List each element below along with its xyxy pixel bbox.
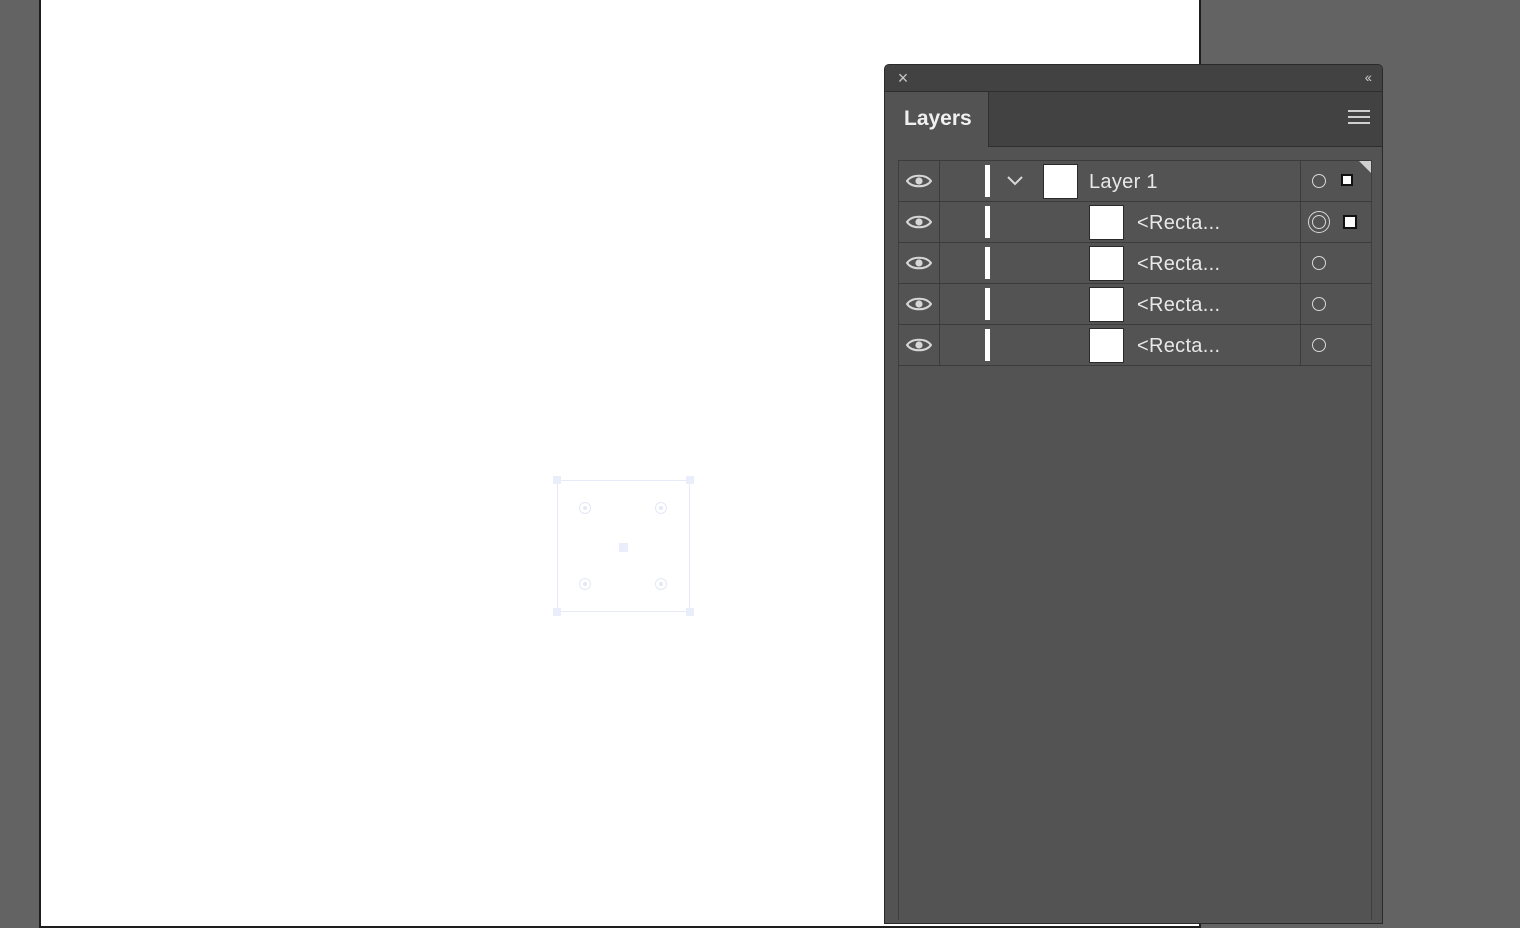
layer-color-bar: [985, 165, 990, 197]
panel-titlebar[interactable]: × ‹‹: [885, 65, 1382, 92]
target-circle-icon[interactable]: [1312, 338, 1326, 352]
visibility-eye-icon[interactable]: [899, 202, 940, 242]
lock-toggle[interactable]: [940, 284, 984, 324]
layer-name[interactable]: <Recta...: [1137, 202, 1220, 244]
panel-tab-strip: Layers: [885, 92, 1382, 147]
object-row[interactable]: <Recta...: [899, 283, 1371, 325]
layers-list: Layer 1 <Recta... <Recta... <Recta... <R…: [898, 160, 1372, 920]
column-divider: [1300, 325, 1301, 365]
column-divider: [1300, 284, 1301, 324]
layer-color-bar: [985, 329, 990, 361]
object-row[interactable]: <Recta...: [899, 201, 1371, 243]
layer-thumbnail: [1089, 205, 1124, 240]
selection-indicator[interactable]: [1343, 215, 1357, 229]
close-icon[interactable]: ×: [895, 69, 911, 87]
center-point: [619, 543, 628, 552]
layer-name[interactable]: <Recta...: [1137, 243, 1220, 285]
lock-toggle[interactable]: [940, 325, 984, 365]
layer-name[interactable]: Layer 1: [1089, 161, 1158, 203]
layer-thumbnail: [1089, 287, 1124, 322]
layer-thumbnail: [1089, 246, 1124, 281]
layer-color-bar: [985, 288, 990, 320]
resize-handle-bottom-left[interactable]: [553, 608, 561, 616]
corner-radius-widget[interactable]: [655, 502, 667, 514]
collapse-panel-icon[interactable]: ‹‹: [1365, 69, 1372, 85]
hamburger-menu-icon[interactable]: [1348, 110, 1370, 128]
object-row[interactable]: <Recta...: [899, 324, 1371, 366]
corner-radius-widget[interactable]: [579, 502, 591, 514]
visibility-eye-icon[interactable]: [899, 325, 940, 365]
resize-handle-bottom-right[interactable]: [686, 608, 694, 616]
resize-handle-top-right[interactable]: [686, 476, 694, 484]
corner-triangle-icon: [1359, 161, 1371, 173]
chevron-down-icon[interactable]: [1003, 169, 1027, 193]
layers-panel: × ‹‹ Layers Layer 1 <Recta... <Recta... …: [884, 64, 1383, 924]
visibility-eye-icon[interactable]: [899, 284, 940, 324]
target-circle-icon[interactable]: [1312, 297, 1326, 311]
corner-radius-widget[interactable]: [655, 578, 667, 590]
column-divider: [1300, 243, 1301, 283]
layer-color-bar: [985, 247, 990, 279]
layer-thumbnail: [1043, 164, 1078, 199]
target-circle-icon[interactable]: [1312, 174, 1326, 188]
column-divider: [1300, 161, 1301, 201]
visibility-eye-icon[interactable]: [899, 243, 940, 283]
tab-layers[interactable]: Layers: [885, 92, 989, 147]
object-row[interactable]: <Recta...: [899, 242, 1371, 284]
layer-name[interactable]: <Recta...: [1137, 284, 1220, 326]
selected-rectangle-bounding-box[interactable]: [553, 476, 694, 616]
selection-indicator[interactable]: [1341, 174, 1353, 186]
column-divider: [1300, 202, 1301, 242]
corner-radius-widget[interactable]: [579, 578, 591, 590]
layer-name[interactable]: <Recta...: [1137, 325, 1220, 367]
visibility-eye-icon[interactable]: [899, 161, 940, 201]
lock-toggle[interactable]: [940, 161, 984, 201]
lock-toggle[interactable]: [940, 243, 984, 283]
lock-toggle[interactable]: [940, 202, 984, 242]
target-circle-icon[interactable]: [1308, 211, 1330, 233]
resize-handle-top-left[interactable]: [553, 476, 561, 484]
layer-row[interactable]: Layer 1: [899, 160, 1371, 202]
layer-thumbnail: [1089, 328, 1124, 363]
layer-color-bar: [985, 206, 990, 238]
target-circle-icon[interactable]: [1312, 256, 1326, 270]
